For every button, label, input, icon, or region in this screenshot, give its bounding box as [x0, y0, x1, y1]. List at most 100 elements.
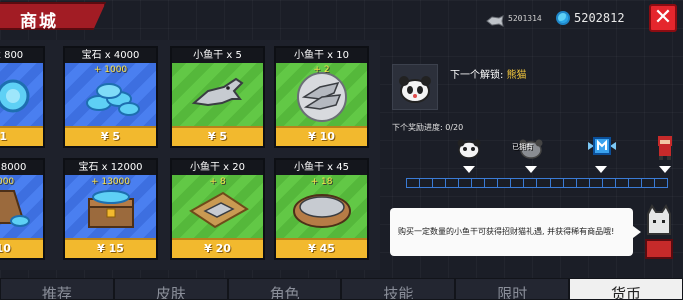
card-title: 宝石 x 12000: [65, 160, 156, 175]
progress-segment: [654, 179, 667, 187]
tab-skins[interactable]: 皮肤: [113, 278, 228, 300]
shop-card-fish-45[interactable]: 小鱼干 x 45 + 18 ¥ 45: [274, 158, 369, 260]
tab-characters[interactable]: 角色: [227, 278, 342, 300]
card-price: ¥ 1: [0, 126, 43, 146]
progress-segment: [524, 179, 538, 187]
card-bonus: + 13000: [90, 177, 131, 187]
gem-icon: [556, 11, 570, 25]
shop-card-gem-800[interactable]: 宝石 x 800 ¥ 1: [0, 46, 45, 148]
milestone-marker: [595, 166, 607, 173]
card-title: 小鱼干 x 10: [276, 48, 367, 63]
tab-skills[interactable]: 技能: [341, 278, 456, 300]
winged-badge-icon: [588, 137, 616, 155]
milestone-panda[interactable]: [454, 132, 484, 176]
progress-segment: [563, 179, 577, 187]
fish-currency: 5201314: [486, 8, 542, 28]
card-price: ¥ 45: [276, 238, 367, 258]
fish-currency-value: 5201314: [508, 13, 542, 23]
gem-currency-value: 5202812: [574, 11, 625, 25]
card-price: ¥ 15: [65, 238, 156, 258]
progress-segment: [485, 179, 499, 187]
tab-limited[interactable]: 限时: [455, 278, 570, 300]
milestone-owned-badge: 已拥有: [512, 143, 533, 151]
next-unlock-prefix: 下一个解锁:: [450, 70, 504, 81]
progress-segment: [433, 179, 447, 187]
panda-icon: [399, 76, 431, 103]
card-title: 宝石 x 800: [0, 48, 43, 63]
card-bonus: + 4000: [0, 177, 15, 187]
card-price: ¥ 20: [172, 238, 263, 258]
tab-recommended[interactable]: 推荐: [0, 278, 114, 300]
dried-fish-icon: [486, 12, 504, 27]
shop-card-fish-5[interactable]: 小鱼干 x 5 ¥ 5: [170, 46, 265, 148]
milestone-marker: [463, 166, 475, 173]
shop-card-fish-10[interactable]: 小鱼干 x 10 + 2 ¥ 10: [274, 46, 369, 148]
gem-pile-icon: [85, 82, 140, 116]
progress-segment: [550, 179, 564, 187]
dried-fish-icon: [191, 77, 244, 106]
panda-icon: [457, 139, 481, 159]
card-price: ¥ 10: [276, 126, 367, 146]
progress-segment: [576, 179, 590, 187]
reward-panel: 下一个解锁: 熊猫 下个奖励进度: 0/20 已拥有 购买一定数量的小鱼干可获得…: [380, 44, 683, 276]
card-image: [0, 63, 43, 126]
shop-card-gem-8000[interactable]: 宝石 x 8000 + 4000 ¥ 10: [0, 158, 45, 260]
gem-pile-icon: [0, 79, 29, 112]
progress-segment: [420, 179, 434, 187]
gem-currency: 5202812: [556, 8, 625, 28]
category-tabs: 推荐 皮肤 角色 技能 限时 货币: [0, 278, 683, 300]
close-icon: ✕: [653, 5, 673, 30]
progress-segment: [537, 179, 551, 187]
card-title: 小鱼干 x 5: [172, 48, 263, 63]
lucky-cat-icon: [645, 204, 673, 259]
reward-progress-bar: [406, 178, 668, 188]
progress-segment: [628, 179, 642, 187]
next-unlock-name: 熊猫: [506, 70, 527, 81]
shop-card-gem-12000[interactable]: 宝石 x 12000 + 13000 ¥ 15: [63, 158, 158, 260]
next-unlock-avatar: [392, 64, 438, 110]
progress-segment: [511, 179, 525, 187]
progress-segment: [641, 179, 655, 187]
milestone-owned[interactable]: 已拥有: [512, 132, 546, 176]
card-title: 小鱼干 x 20: [172, 160, 263, 175]
progress-segment: [602, 179, 616, 187]
tab-currency[interactable]: 货币: [569, 278, 683, 300]
page-title: 商城: [20, 12, 58, 32]
card-bonus: + 18: [310, 177, 333, 187]
next-unlock-text: 下一个解锁: 熊猫: [450, 66, 527, 81]
progress-segment: [407, 179, 421, 187]
progress-segment: [615, 179, 629, 187]
progress-segment: [472, 179, 486, 187]
milestone-marker: [525, 166, 537, 173]
shop-title-banner: 商城: [0, 2, 106, 30]
ninja-character-icon: [658, 136, 672, 160]
fish-tray-icon: [188, 191, 249, 228]
milestone-character[interactable]: [650, 132, 680, 176]
milestone-marker: [659, 166, 671, 173]
card-image: [172, 63, 263, 126]
progress-segment: [459, 179, 473, 187]
card-title: 宝石 x 8000: [0, 160, 43, 175]
progress-segment: [446, 179, 460, 187]
gem-chest-icon: [87, 189, 134, 228]
shop-grid: 宝石 x 800 ¥ 1 宝石 x 4000 + 1000 ¥ 5: [0, 40, 380, 270]
shop-screen: 商城 5201314 5202812 ✕ 宝石 x 800 ¥ 1 宝石 x 4…: [0, 0, 683, 300]
close-button[interactable]: ✕: [649, 4, 677, 32]
info-tooltip: 购买一定数量的小鱼干可获得招财猫礼遇, 并获得稀有商品哦!: [390, 208, 641, 256]
milestone-badge[interactable]: [586, 132, 616, 176]
shop-card-fish-20[interactable]: 小鱼干 x 20 + 8 ¥ 20: [170, 158, 265, 260]
card-title: 宝石 x 4000: [65, 48, 156, 63]
lucky-cat[interactable]: [642, 204, 676, 260]
card-bonus: + 8: [209, 177, 226, 187]
shop-card-gem-4000[interactable]: 宝石 x 4000 + 1000 ¥ 5: [63, 46, 158, 148]
progress-segment: [589, 179, 603, 187]
card-bonus: + 2: [313, 65, 330, 75]
card-price: ¥ 5: [65, 126, 156, 146]
card-bonus: + 1000: [93, 65, 128, 75]
fish-basket-icon: [292, 193, 351, 228]
progress-segment: [498, 179, 512, 187]
gem-bag-icon: [0, 189, 30, 227]
card-price: ¥ 10: [0, 238, 43, 258]
card-title: 小鱼干 x 45: [276, 160, 367, 175]
reward-milestones: 已拥有: [392, 132, 682, 182]
